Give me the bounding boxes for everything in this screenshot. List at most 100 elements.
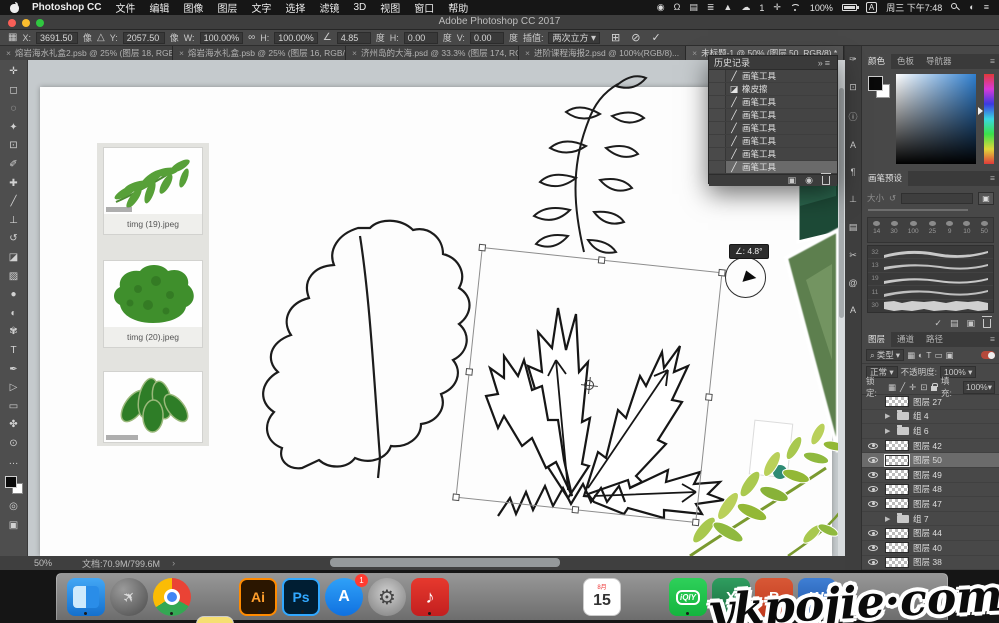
menu-filter[interactable]: 滤镜 (319, 0, 339, 15)
dock-finder[interactable] (67, 578, 105, 616)
vertical-scrollbar[interactable] (838, 60, 845, 556)
edit-toolbar-button[interactable]: … (3, 453, 25, 472)
notification-icon[interactable]: Ω (674, 0, 681, 15)
brush-preset[interactable]: 10 (963, 221, 970, 235)
layer-thumbnail[interactable] (885, 528, 909, 539)
collapse-icon[interactable]: » (818, 58, 825, 68)
layer-thumbnail[interactable] (885, 557, 909, 568)
history-panel-header[interactable]: 历史记录 »≡ (709, 56, 837, 70)
shape-tool[interactable]: ▭ (3, 398, 25, 417)
tab-document-2[interactable]: ×熔岩海水礼盒.psb @ 25% (图层 16, RGB/8... (173, 46, 346, 60)
lock-pixels-icon[interactable]: ╱ (900, 382, 905, 393)
visibility-toggle[interactable] (865, 501, 881, 507)
dodge-tool[interactable]: ◐ (3, 305, 25, 324)
warp-mode-button[interactable]: ⊞ (611, 31, 620, 44)
new-document-from-state-button[interactable]: ▣ (788, 175, 797, 186)
tab-layers[interactable]: 图层 (862, 332, 891, 347)
transform-handle-mid-left[interactable] (465, 368, 473, 376)
layer-row[interactable]: 图层 48 (862, 483, 999, 498)
minimize-window-button[interactable] (22, 19, 30, 27)
visibility-toggle[interactable] (865, 530, 881, 536)
menu-file[interactable]: 文件 (115, 0, 135, 15)
hue-slider[interactable] (984, 74, 994, 164)
menu-select[interactable]: 选择 (285, 0, 305, 15)
dock-chrome[interactable] (153, 578, 191, 616)
hand-tool[interactable]: ✤ (3, 416, 25, 435)
expand-triangle-icon[interactable]: ▶ (885, 515, 893, 523)
height-input[interactable]: 100.00% (274, 32, 318, 44)
lock-transparent-icon[interactable]: ▦ (888, 382, 896, 393)
close-icon[interactable]: × (352, 48, 357, 58)
y-input[interactable]: 2057.50 (123, 32, 165, 44)
lock-artboard-icon[interactable]: ⊡ (920, 382, 927, 393)
interpolation-select[interactable]: 两次立方 ▾ (548, 32, 600, 44)
color-picker-gradient[interactable] (896, 74, 976, 164)
history-source-checkbox[interactable] (709, 109, 726, 121)
tab-swatches[interactable]: 色板 (891, 54, 920, 69)
toggle-brush-panel-button[interactable]: ▣ (978, 192, 994, 205)
smudge-tool[interactable]: ✾ (3, 323, 25, 342)
panel-menu-icon[interactable]: ≡ (990, 171, 999, 186)
layer-comps-icon[interactable]: ▤ (849, 222, 858, 233)
menu-3d[interactable]: 3D (353, 2, 366, 13)
link-dimensions-icon[interactable]: ∞ (248, 32, 255, 43)
brush-preview-row[interactable]: 13 (868, 259, 993, 272)
layer-thumbnail[interactable] (885, 542, 909, 553)
info-icon[interactable]: ⓘ (848, 110, 857, 123)
brush-preset-strip[interactable]: 14 30 100 25 9 10 50 (867, 217, 994, 243)
brush-preset[interactable]: 50 (981, 221, 988, 235)
lock-all-icon[interactable] (931, 386, 937, 391)
foreground-color-swatch[interactable] (5, 476, 17, 488)
visibility-toggle[interactable] (865, 486, 881, 492)
layer-row[interactable]: 图层 27 (862, 395, 999, 410)
brush-tool[interactable]: ╱ (3, 193, 25, 212)
eyedropper-tool[interactable]: ✐ (3, 156, 25, 175)
clone-source-icon[interactable]: ⊡ (849, 82, 857, 93)
tab-paths[interactable]: 路径 (920, 332, 949, 347)
brush-size-input[interactable] (901, 193, 973, 204)
blur-tool[interactable]: ● (3, 286, 25, 305)
transform-handle-bottom-right[interactable] (692, 519, 700, 527)
layer-row-selected[interactable]: 图层 50 (862, 453, 999, 468)
dock-notes[interactable] (196, 616, 234, 623)
quick-selection-tool[interactable]: ✦ (3, 119, 25, 138)
filter-switch-toggle[interactable] (981, 351, 995, 359)
menu-image[interactable]: 图像 (183, 0, 203, 15)
open-preset-manager-icon[interactable]: ▤ (950, 318, 959, 329)
pen-tool[interactable]: ✒ (3, 361, 25, 380)
close-icon[interactable]: × (692, 48, 697, 58)
gradient-tool[interactable]: ▨ (3, 268, 25, 287)
history-step-selected[interactable]: ╱画笔工具 (709, 161, 837, 174)
apple-menu-icon[interactable] (10, 2, 20, 13)
status-arrow-icon[interactable]: › (172, 558, 175, 568)
libraries-icon[interactable]: @ (848, 278, 857, 288)
tab-document-4[interactable]: ×进阶课程海报2.psd @ 100%(RGB/8)... (519, 46, 686, 60)
menu-window[interactable]: 窗口 (414, 0, 434, 15)
v-skew-input[interactable]: 0.00 (470, 32, 504, 44)
dock-netease-music[interactable]: ♪ (411, 578, 449, 616)
dock-system-preferences[interactable]: ⚙ (368, 578, 406, 616)
transform-handle-top-mid[interactable] (598, 256, 606, 264)
layer-thumbnail[interactable] (885, 469, 909, 480)
tool-presets-icon[interactable]: ✂ (849, 250, 857, 261)
brush-preview-row[interactable]: 11 (868, 286, 993, 299)
dock-launchpad[interactable]: ✈ (110, 578, 148, 616)
cloud-chat-icon[interactable]: ☁ (741, 0, 750, 15)
transform-handle-bottom-mid[interactable] (572, 506, 580, 514)
expand-triangle-icon[interactable]: ▶ (885, 427, 893, 435)
commit-transform-button[interactable]: ✓ (651, 31, 660, 44)
history-step[interactable]: ╱画笔工具 (709, 135, 837, 148)
visibility-toggle[interactable] (865, 443, 881, 449)
transform-handle-mid-right[interactable] (705, 393, 713, 401)
menu-view[interactable]: 视图 (380, 0, 400, 15)
clone-stamp-tool[interactable]: ⊥ (3, 212, 25, 231)
brush-stroke-preview-list[interactable]: 32 13 19 11 30 (867, 245, 994, 313)
menu-edit[interactable]: 编辑 (149, 0, 169, 15)
brush-settings-icon[interactable]: ✑ (849, 54, 857, 65)
horizontal-scrollbar[interactable] (330, 558, 560, 567)
free-transform-box[interactable] (455, 247, 722, 523)
mountain-icon[interactable]: ▲ (723, 0, 732, 15)
brush-preview-row[interactable]: 30 (868, 300, 993, 313)
history-step[interactable]: ╱画笔工具 (709, 96, 837, 109)
history-step[interactable]: ╱画笔工具 (709, 148, 837, 161)
